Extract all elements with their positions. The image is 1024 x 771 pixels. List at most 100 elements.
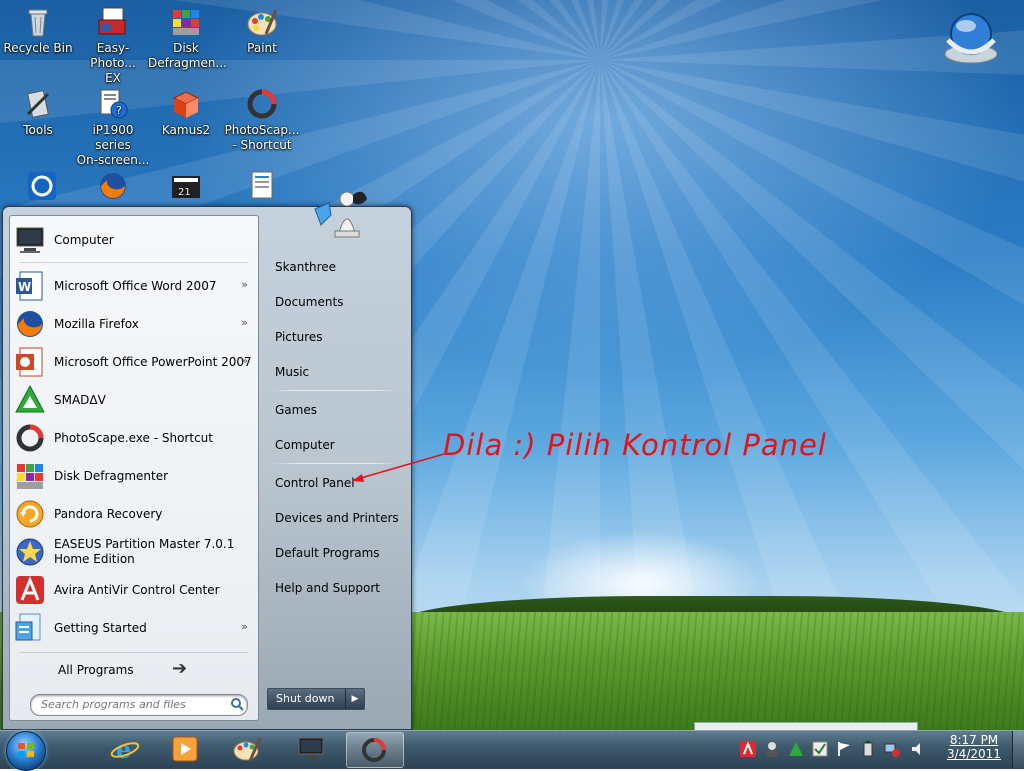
network-tray-icon[interactable] [884,741,900,757]
start-item-disk-defragmenter[interactable]: Disk Defragmenter [14,458,254,494]
start-item-easeus[interactable]: EASEUS Partition Master 7.0.1 Home Editi… [14,534,254,570]
desktop-icon-disk-defragmenter[interactable]: Disk Defragmen... [148,6,227,71]
tools-icon [22,88,54,120]
search-icon[interactable] [230,697,244,711]
smadav-tray-icon[interactable] [788,741,804,757]
desktop-icon-recycle-bin[interactable]: Recycle Bin [0,6,76,56]
flag-tray-icon[interactable] [836,741,852,757]
start-right-item-documents[interactable]: Documents [275,290,405,314]
photoscape-icon [359,736,389,764]
photoscape-icon [246,88,278,120]
photoscape-icon [14,422,46,454]
start-right-item-music[interactable]: Music [275,360,405,384]
paint-icon [232,735,262,763]
taskbar-internet-explorer[interactable]: e [98,732,154,766]
desktop-icon-kamus2[interactable]: Kamus2 [148,88,224,138]
separator [271,390,397,391]
kamus2-icon [170,88,202,120]
desktop-icon-partial-3[interactable]: 21 [148,170,224,205]
desktop-icon-label: Kamus2 [161,123,211,137]
start-item-getting-started[interactable]: Getting Started » [14,610,254,646]
taskbar-computer[interactable] [284,732,340,766]
avira-tray-icon[interactable] [740,741,756,757]
desktop-icon-label: Recycle Bin [3,41,73,55]
firefox-icon [14,308,46,340]
user-picture-chess-icon[interactable] [303,185,373,245]
submenu-arrow-icon[interactable]: » [241,354,248,367]
start-item-pandora-recovery[interactable]: Pandora Recovery [14,496,254,532]
start-right-item-help-support[interactable]: Help and Support [275,576,405,600]
start-right-item-pictures[interactable]: Pictures [275,325,405,349]
start-right-item-user-folder[interactable]: Skanthree [275,255,405,279]
network-globe-icon[interactable] [942,6,1000,66]
taskbar-media-player[interactable] [158,732,214,766]
start-item-avira[interactable]: Avira AntiVir Control Center [14,572,254,608]
media-player-icon [170,735,200,763]
check-tray-icon[interactable] [812,741,828,757]
start-item-powerpoint[interactable]: Microsoft Office PowerPoint 2007 » [14,344,254,380]
desktop-icon-tools[interactable]: Tools [0,88,76,138]
desktop-icon-partial-1[interactable] [4,170,80,205]
start-item-label: Microsoft Office Word 2007 [54,279,217,293]
start-item-label: Mozilla Firefox [54,317,139,331]
start-item-label: Computer [54,233,114,247]
battery-tray-icon[interactable] [860,741,876,757]
start-item-photoscape[interactable]: PhotoScape.exe - Shortcut [14,420,254,456]
system-tray [732,734,932,764]
desktop-icon-easy-photo[interactable]: Easy-Photo... EX [75,6,151,86]
submenu-arrow-icon[interactable]: » [241,620,248,633]
start-item-label: EASEUS Partition Master 7.0.1 Home Editi… [54,537,235,566]
desktop-icon-paint[interactable]: Paint [224,6,300,56]
paint-icon [246,6,278,38]
all-programs-button[interactable]: All Programs [58,663,134,677]
separator [20,652,248,653]
desktop-icon-label: Easy-Photo... EX [90,41,136,85]
start-item-smadav[interactable]: SMADΔV [14,382,254,418]
shutdown-label: Shut down [276,692,335,705]
start-item-label: Microsoft Office PowerPoint 2007 [54,355,252,369]
shutdown-options-arrow-icon[interactable]: ▶ [345,689,364,709]
start-right-item-default-programs[interactable]: Default Programs [275,541,405,565]
clock-date: 3/4/2011 [947,747,1001,761]
search-input[interactable] [39,697,223,712]
separator [20,262,248,263]
arrow-right-icon[interactable]: ➔ [172,658,187,679]
start-item-label: Getting Started [54,621,147,635]
svg-text:?: ? [116,104,122,117]
disk-defragmenter-icon [170,6,202,38]
desktop-icon-ip1900[interactable]: ? iP1900 series On-screen... [75,88,151,168]
start-item-word[interactable]: W Microsoft Office Word 2007 » [14,268,254,304]
start-right-item-games[interactable]: Games [275,398,405,422]
desktop-icon-label: Tools [23,123,53,137]
submenu-arrow-icon[interactable]: » [241,316,248,329]
start-button[interactable] [6,731,46,771]
submenu-arrow-icon[interactable]: » [241,278,248,291]
ip1900-manual-icon: ? [97,88,129,120]
internet-explorer-icon: e [110,735,140,764]
disk-defragmenter-icon [14,460,46,492]
search-box[interactable] [30,694,248,716]
user-tray-icon[interactable] [764,741,780,757]
desktop-icon-partial-2[interactable] [75,170,151,205]
desktop-icon-label: Disk Defragmen... [148,41,227,70]
media-icon: 21 [170,170,202,202]
taskbar-clock[interactable]: 8:17 PM 3/4/2011 [938,733,1010,761]
volume-tray-icon[interactable] [910,741,926,757]
desktop-icon-label: Paint [247,41,277,55]
shutdown-button[interactable]: Shut down ▶ [267,688,365,710]
clock-time: 8:17 PM [949,733,999,747]
start-item-label: Avira AntiVir Control Center [54,583,220,597]
start-right-item-devices-printers[interactable]: Devices and Printers [275,506,405,530]
desktop-gadget-window [694,722,918,730]
taskbar-paint[interactable] [220,732,276,766]
svg-text:21: 21 [178,187,191,198]
windows-logo-icon [18,743,34,757]
taskbar-photoscape[interactable] [346,732,404,768]
show-desktop-button[interactable] [1012,731,1024,768]
start-item-computer[interactable]: Computer [14,222,254,258]
start-item-label: Pandora Recovery [54,507,163,521]
desktop-icon-partial-4[interactable] [224,170,300,205]
start-item-firefox[interactable]: Mozilla Firefox » [14,306,254,342]
annotation-arrow-icon [352,453,445,482]
desktop-icon-photoscape[interactable]: PhotoScap... - Shortcut [224,88,300,153]
